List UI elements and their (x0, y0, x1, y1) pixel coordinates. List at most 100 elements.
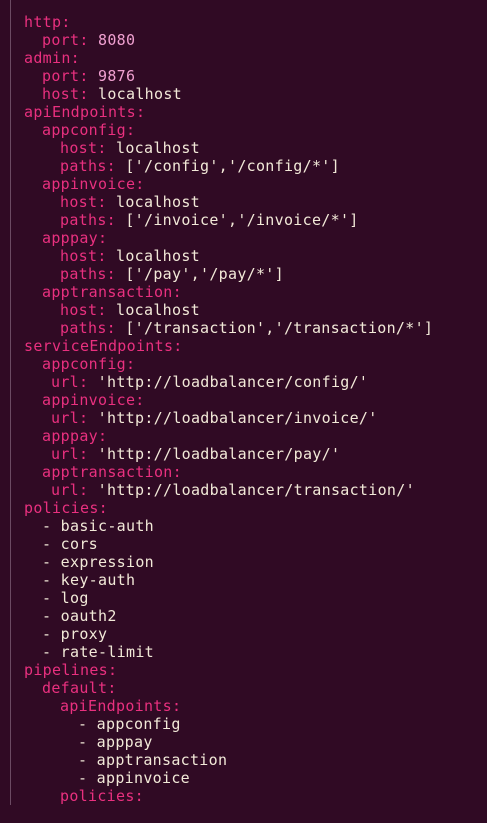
list-dash: - (78, 751, 97, 769)
code-line: host: localhost (24, 139, 433, 157)
yaml-key: apppay: (42, 229, 108, 247)
code-line: appinvoice: (24, 391, 433, 409)
code-line: - appinvoice (24, 769, 433, 787)
yaml-key: http: (24, 13, 71, 31)
list-dash: - (42, 643, 61, 661)
yaml-list-item: oauth2 (60, 607, 117, 625)
yaml-list-item: appinvoice (96, 769, 190, 787)
code-line: url: 'http://loadbalancer/invoice/' (24, 409, 433, 427)
yaml-document[interactable]: http: port: 8080 admin: port: 9876 host:… (24, 13, 433, 805)
yaml-key: host: (60, 247, 107, 265)
list-dash: - (78, 769, 97, 787)
yaml-key: paths: (60, 319, 116, 337)
code-line: paths: ['/invoice','/invoice/*'] (24, 211, 433, 229)
yaml-key: host: (60, 139, 107, 157)
yaml-list-item: proxy (60, 625, 108, 643)
code-line: host: localhost (24, 301, 433, 319)
yaml-list-item: apptransaction (96, 751, 228, 769)
code-line: paths: ['/pay','/pay/*'] (24, 265, 433, 283)
code-line: url: 'http://loadbalancer/pay/' (24, 445, 433, 463)
code-line: - apptransaction (24, 751, 433, 769)
yaml-key: pipelines: (24, 661, 118, 679)
code-line: port: 9876 (24, 67, 433, 85)
code-line: - apppay (24, 733, 433, 751)
code-line: - proxy (24, 625, 433, 643)
code-line: policies: (24, 499, 433, 517)
code-line: host: localhost (24, 193, 433, 211)
yaml-value: 'http://loadbalancer/pay/' (97, 445, 341, 463)
yaml-list-item: key-auth (60, 571, 136, 589)
code-line: http: (24, 13, 433, 31)
yaml-key: admin: (24, 49, 80, 67)
code-line: pipelines: (24, 661, 433, 679)
yaml-value: 'http://loadbalancer/invoice/' (97, 409, 378, 427)
yaml-value: 'http://loadbalancer/config/' (97, 373, 369, 391)
list-dash: - (42, 625, 61, 643)
yaml-key: appconfig: (42, 355, 136, 373)
code-line: paths: ['/config','/config/*'] (24, 157, 433, 175)
code-line: - key-auth (24, 571, 433, 589)
yaml-key: port: (42, 31, 89, 49)
list-dash: - (42, 517, 61, 535)
indent-guide (10, 0, 11, 805)
list-dash: - (42, 589, 61, 607)
yaml-list-item: log (60, 589, 89, 607)
yaml-key: host: (42, 85, 89, 103)
yaml-key: paths: (60, 157, 116, 175)
code-line: - rate-limit (24, 643, 433, 661)
code-line: - cors (24, 535, 433, 553)
yaml-key: apiEndpoints: (60, 697, 182, 715)
yaml-list-item: apppay (96, 733, 153, 751)
yaml-key: paths: (60, 265, 116, 283)
code-line: url: 'http://loadbalancer/transaction/' (24, 481, 433, 499)
code-line: url: 'http://loadbalancer/config/' (24, 373, 433, 391)
yaml-key: apiEndpoints: (24, 103, 146, 121)
yaml-key: apptransaction: (42, 463, 182, 481)
code-line: - expression (24, 553, 433, 571)
code-line: apiEndpoints: (24, 103, 433, 121)
yaml-key: apptransaction: (42, 283, 182, 301)
yaml-value: localhost (116, 193, 200, 211)
yaml-key: default: (42, 679, 117, 697)
yaml-key: policies: (60, 787, 144, 805)
code-line: appconfig: (24, 121, 433, 139)
yaml-list-item: rate-limit (60, 643, 154, 661)
code-line: - appconfig (24, 715, 433, 733)
code-line: appinvoice: (24, 175, 433, 193)
yaml-list-item: expression (60, 553, 154, 571)
code-line: apptransaction: (24, 463, 433, 481)
yaml-key: paths: (60, 211, 116, 229)
yaml-key: host: (60, 301, 107, 319)
code-line: paths: ['/transaction','/transaction/*'] (24, 319, 433, 337)
code-line: default: (24, 679, 433, 697)
code-line: admin: (24, 49, 433, 67)
yaml-key: appinvoice: (42, 175, 145, 193)
code-line: apppay: (24, 229, 433, 247)
yaml-key: serviceEndpoints: (24, 337, 183, 355)
code-line: serviceEndpoints: (24, 337, 433, 355)
yaml-key: host: (60, 193, 107, 211)
yaml-list-item: cors (60, 535, 98, 553)
code-line: policies: (24, 787, 433, 805)
code-line: - basic-auth (24, 517, 433, 535)
list-dash: - (42, 571, 61, 589)
yaml-list-item: basic-auth (60, 517, 154, 535)
code-line: host: localhost (24, 247, 433, 265)
yaml-value: ['/config','/config/*'] (125, 157, 340, 175)
code-editor[interactable]: http: port: 8080 admin: port: 9876 host:… (0, 0, 487, 823)
yaml-key: url: (51, 445, 89, 463)
code-line: - log (24, 589, 433, 607)
yaml-value: ['/transaction','/transaction/*'] (125, 319, 434, 337)
code-line: apppay: (24, 427, 433, 445)
list-dash: - (42, 553, 61, 571)
list-dash: - (78, 733, 97, 751)
yaml-value: ['/pay','/pay/*'] (125, 265, 284, 283)
code-line: apptransaction: (24, 283, 433, 301)
yaml-key: appconfig: (42, 121, 136, 139)
list-dash: - (78, 715, 97, 733)
yaml-list-item: appconfig (96, 715, 181, 733)
yaml-value: localhost (116, 301, 200, 319)
code-line: - oauth2 (24, 607, 433, 625)
yaml-key: policies: (24, 499, 108, 517)
yaml-key: url: (51, 373, 89, 391)
